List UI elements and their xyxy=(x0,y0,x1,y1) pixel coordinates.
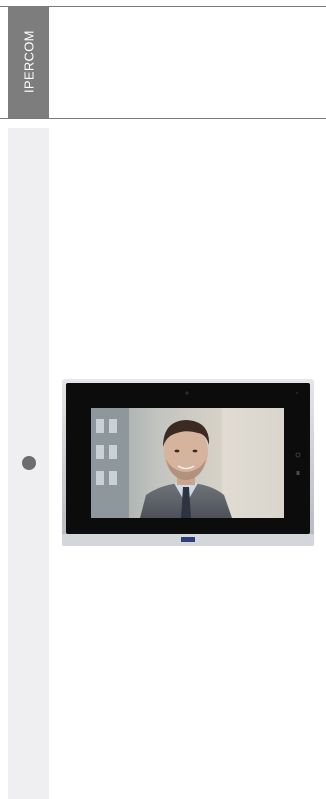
section-rule xyxy=(0,118,326,119)
brand-tab-label: IPERCOM xyxy=(21,30,36,93)
brand-tab: IPERCOM xyxy=(8,7,49,118)
bullet-dot xyxy=(22,456,36,470)
product-image-monitor xyxy=(62,379,314,546)
